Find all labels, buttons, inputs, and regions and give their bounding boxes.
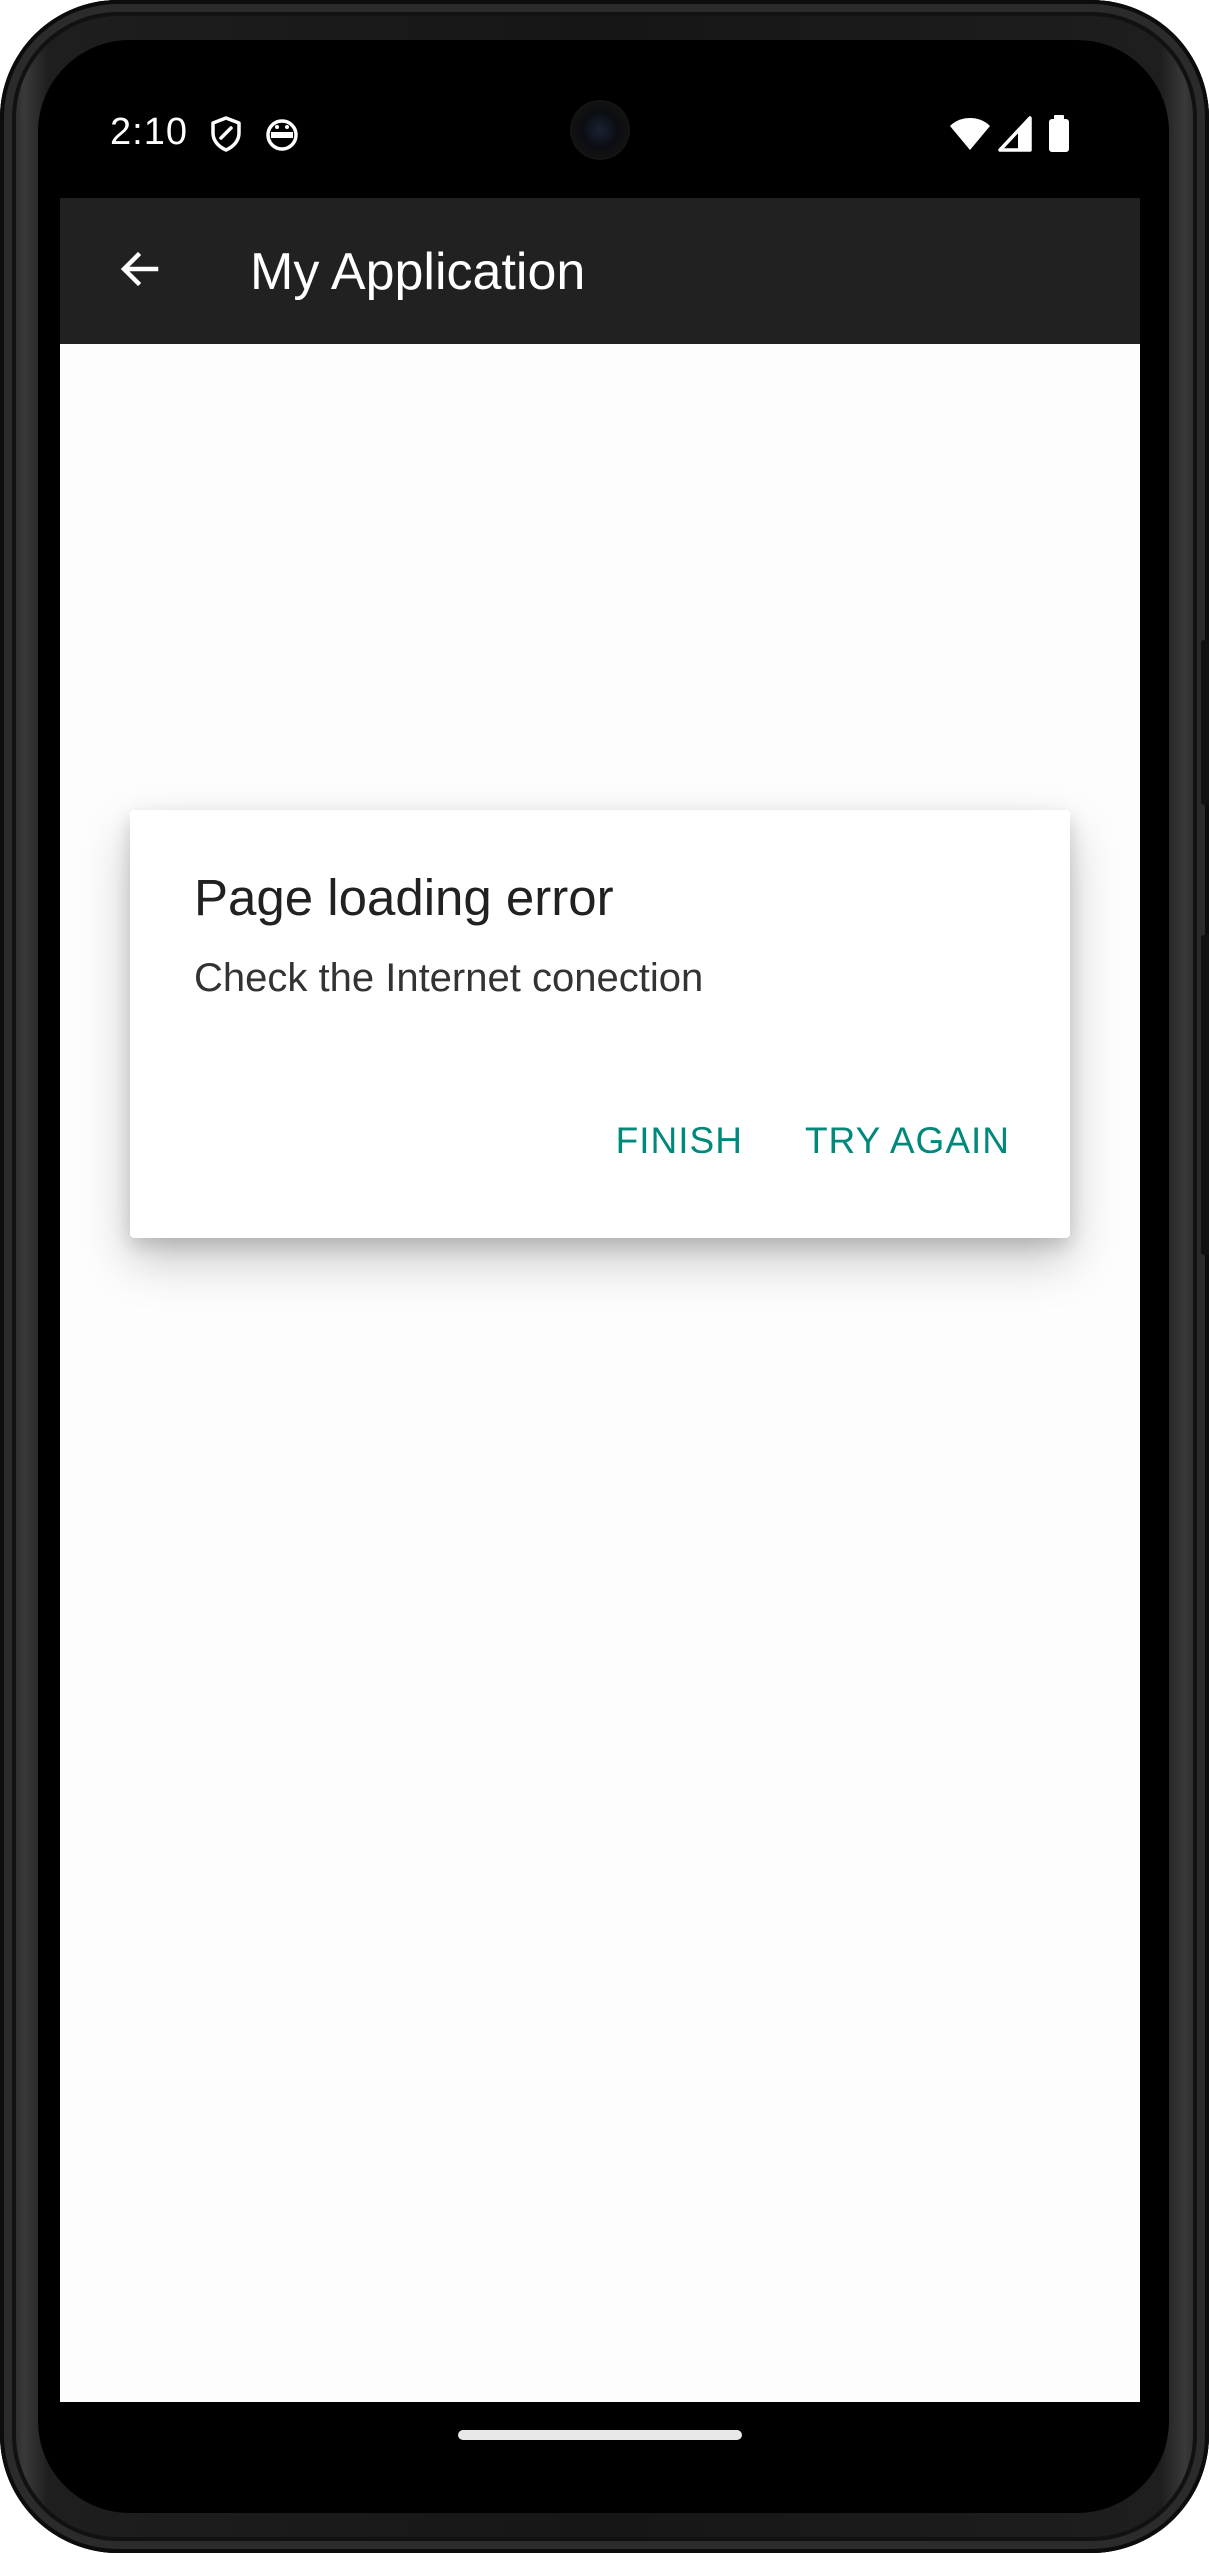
arrow-back-icon xyxy=(116,245,164,298)
status-time: 2:10 xyxy=(110,111,188,153)
power-button xyxy=(1201,640,1209,805)
back-button[interactable] xyxy=(100,231,180,311)
finish-button[interactable]: FINISH xyxy=(616,1120,743,1162)
dialog-actions: FINISH TRY AGAIN xyxy=(616,1120,1010,1162)
device-screen: 2:10 My Application Page loading error C… xyxy=(60,68,1140,2468)
cellular-signal-icon xyxy=(998,114,1038,154)
shield-icon xyxy=(206,114,246,154)
try-again-button[interactable]: TRY AGAIN xyxy=(805,1120,1010,1162)
status-bar: 2:10 xyxy=(60,68,1140,198)
wifi-icon xyxy=(948,114,992,154)
error-dialog: Page loading error Check the Internet co… xyxy=(130,810,1070,1238)
dialog-message: Check the Internet conection xyxy=(194,956,704,1000)
dialog-title: Page loading error xyxy=(194,869,614,926)
home-gesture-handle[interactable] xyxy=(458,2430,742,2440)
volume-button xyxy=(1201,935,1209,1255)
phone-frame: 2:10 My Application Page loading error C… xyxy=(0,0,1209,2553)
content-area xyxy=(60,344,1140,2402)
app-title: My Application xyxy=(250,243,586,301)
app-bar: My Application xyxy=(60,198,1140,344)
android-debug-icon xyxy=(262,114,302,154)
front-camera xyxy=(572,102,628,158)
battery-icon xyxy=(1046,114,1072,154)
navigation-bar xyxy=(60,2402,1140,2468)
